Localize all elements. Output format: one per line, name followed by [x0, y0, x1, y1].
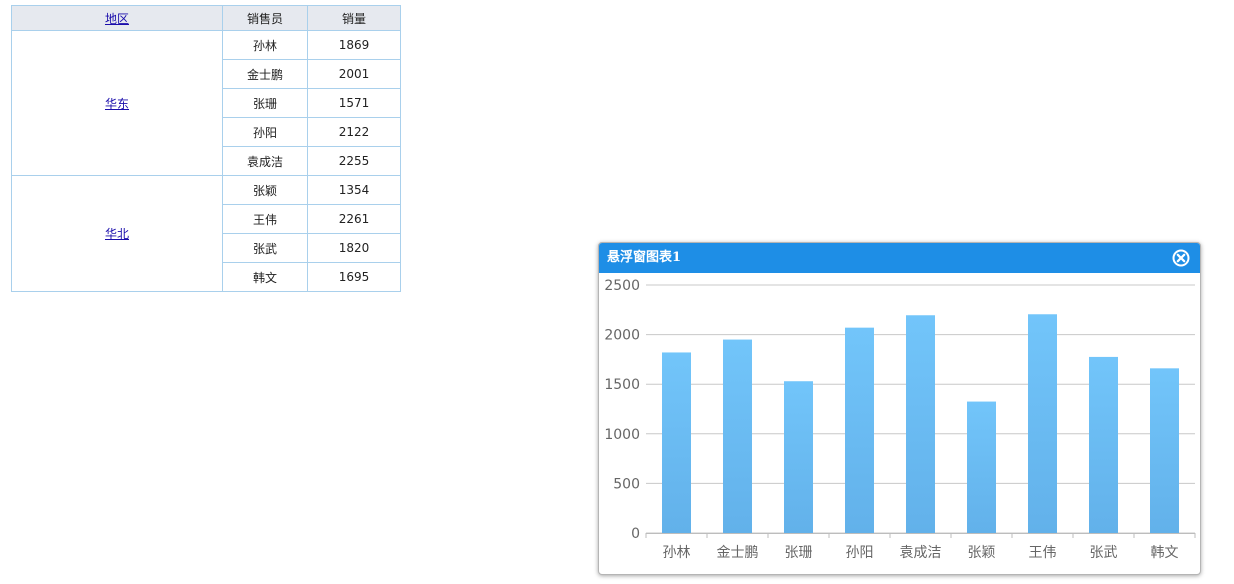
y-tick-label: 500 [613, 476, 640, 492]
y-tick-label: 1500 [604, 377, 640, 393]
floating-window-titlebar[interactable]: 悬浮窗图表1 [599, 243, 1200, 273]
bar [967, 401, 996, 533]
x-tick-label: 张颖 [968, 545, 996, 561]
x-tick-label: 孙阳 [846, 545, 874, 561]
region-cell[interactable]: 华北 [11, 175, 223, 292]
bar [723, 339, 752, 533]
table-row: 华东 孙林 1869 [11, 30, 401, 176]
table-header-row: 地区 销售员 销量 [11, 5, 401, 31]
floating-chart-window[interactable]: 悬浮窗图表1 0 500 1000 1500 2000 2500 孙林 金士鹏 张珊 孙阳 袁成洁 张… [598, 242, 1201, 575]
bar [1150, 368, 1179, 533]
sales-cell: 1354 [307, 175, 401, 205]
bar [662, 352, 691, 533]
sales-cell: 1869 [307, 30, 401, 60]
bar [1028, 314, 1057, 533]
salesperson-cell: 张珊 [222, 88, 308, 118]
x-tick-label: 袁成洁 [900, 545, 942, 561]
region-header-link[interactable]: 地区 [105, 12, 129, 26]
x-tick-label: 王伟 [1029, 545, 1057, 561]
salesperson-header: 销售员 [222, 5, 308, 31]
sales-cell: 2255 [307, 146, 401, 176]
sales-report-table: 地区 销售员 销量 华东 孙林 1869 金士鹏 2001 张珊 1571 孙阳… [11, 5, 401, 292]
sales-cell: 1820 [307, 233, 401, 263]
salesperson-cell: 张武 [222, 233, 308, 263]
salesperson-cell: 金士鹏 [222, 59, 308, 89]
sales-cell: 1571 [307, 88, 401, 118]
sales-header: 销量 [307, 5, 401, 31]
floating-window-title: 悬浮窗图表1 [607, 250, 682, 265]
region-link-north[interactable]: 华北 [105, 227, 129, 241]
y-tick-label: 2500 [604, 278, 640, 294]
bar [845, 327, 874, 533]
salesperson-cell: 韩文 [222, 262, 308, 292]
x-tick-label: 张珊 [785, 545, 813, 561]
y-tick-label: 0 [631, 526, 640, 542]
region-cell[interactable]: 华东 [11, 30, 223, 176]
bar [784, 381, 813, 533]
salesperson-cell: 孙林 [222, 30, 308, 60]
salesperson-cell: 孙阳 [222, 117, 308, 147]
region-header[interactable]: 地区 [11, 5, 223, 31]
y-tick-label: 2000 [604, 328, 640, 344]
sales-bar-chart: 0 500 1000 1500 2000 2500 孙林 金士鹏 张珊 孙阳 袁成洁 张颖 王伟 张武 韩文 [604, 278, 1196, 561]
sales-cell: 2122 [307, 117, 401, 147]
sales-cell: 2261 [307, 204, 401, 234]
bar [1089, 356, 1118, 533]
table-row: 华北 张颖 1354 [11, 175, 401, 292]
bar [906, 315, 935, 533]
sales-cell: 1695 [307, 262, 401, 292]
salesperson-cell: 张颖 [222, 175, 308, 205]
close-icon[interactable] [1172, 249, 1190, 267]
x-tick-label: 金士鹏 [717, 545, 759, 561]
salesperson-cell: 袁成洁 [222, 146, 308, 176]
x-tick-label: 孙林 [663, 545, 691, 561]
x-tick-label: 韩文 [1151, 545, 1179, 561]
y-tick-label: 1000 [604, 427, 640, 443]
x-tick-label: 张武 [1090, 545, 1118, 561]
region-link-east[interactable]: 华东 [105, 97, 129, 111]
salesperson-cell: 王伟 [222, 204, 308, 234]
sales-cell: 2001 [307, 59, 401, 89]
